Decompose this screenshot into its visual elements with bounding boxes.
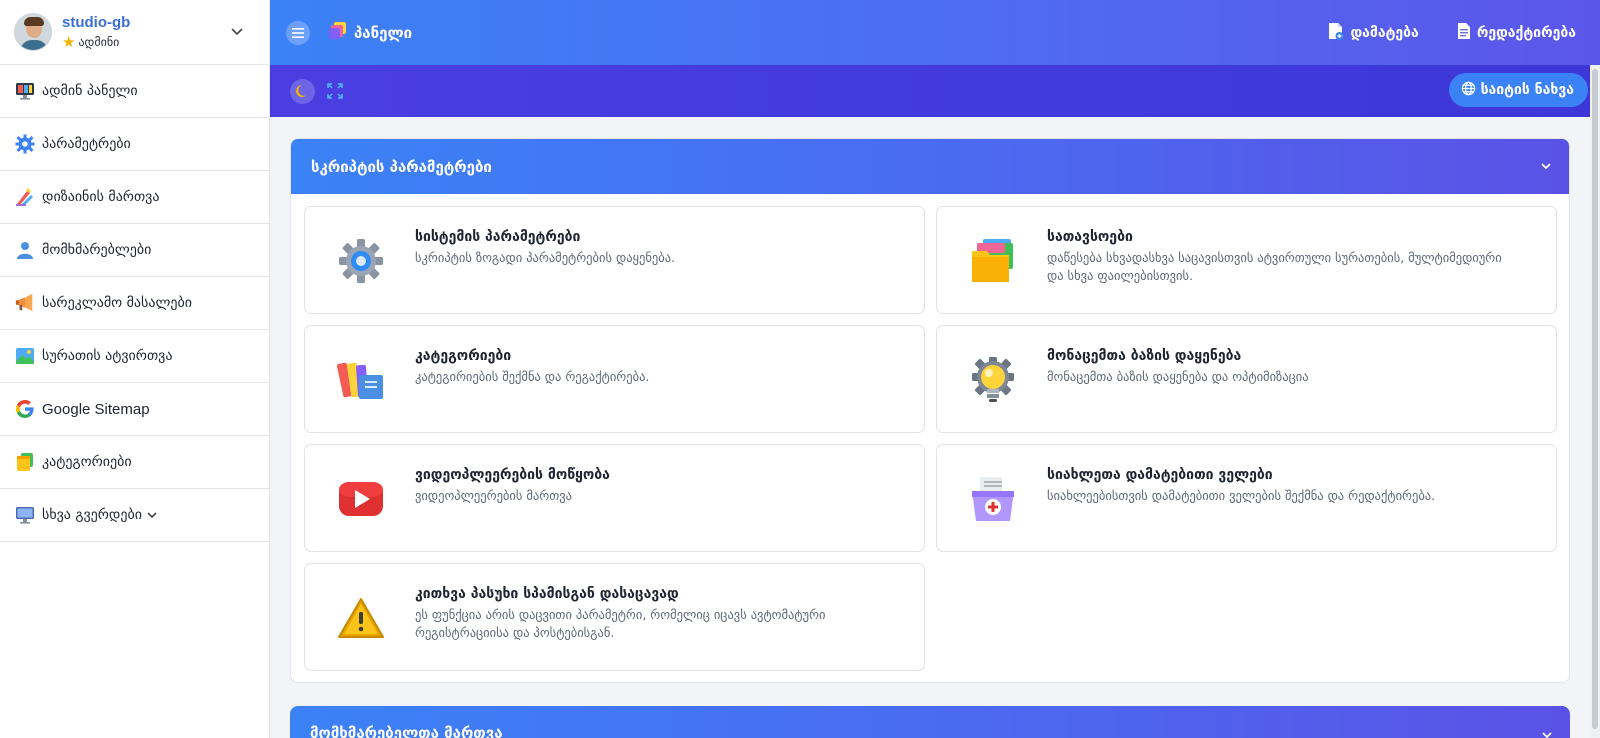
chevron-down-icon [147,511,157,519]
tile-categories[interactable]: კატეგორიები კატეგირიების შექმნა და რეგაქ… [304,325,925,433]
star-icon: ★ [62,32,76,51]
sidebar-item-design[interactable]: დიზაინის მართვა [0,171,269,224]
chevron-down-icon[interactable] [1537,157,1555,175]
sidebar-item-google-sitemap[interactable]: Google Sitemap [0,383,269,436]
topbar: პანელი დამატება რედაქტირება [270,0,1600,65]
tile-description: სკრიპტის ზოგადი პარამეტრების დაყენება. [415,250,676,265]
panel-title[interactable]: პანელი [328,21,412,45]
tile-description: ვიდეოპლეერების მართვა [415,488,572,503]
tile-description: სიახლეებისთვის დამატებითი ველების შექმნა… [1047,488,1436,503]
fullscreen-icon[interactable] [325,81,345,101]
user-name: studio-gb [62,13,131,31]
tile-news-extra-fields[interactable]: სიახლეთა დამატებითი ველები სიახლეებისთვი… [936,444,1557,552]
paint-brush-icon [15,187,35,207]
subbar: საიტის ნახვა [270,65,1600,117]
sidebar-item-label: მომხმარებლები [42,242,152,258]
sidebar-item-users[interactable]: მომხმარებლები [0,224,269,277]
sidebar-item-label: პარამეტრები [42,136,131,152]
sidebar-item-label: Google Sitemap [42,400,150,418]
megaphone-icon [15,293,35,313]
sidebar-item-label: კატეგორიები [42,454,132,470]
document-icon [1457,22,1471,44]
tile-title: ვიდეოპლეერების მოწყობა [415,467,610,483]
section-title: მომხმარებელთა მართვა [310,724,503,738]
tile-title: სათავსოები [1047,229,1133,245]
google-icon [15,399,35,419]
globe-icon [1461,81,1476,100]
script-settings-card: სკრიპტის პარამეტრები სისტემის პარამეტრებ… [290,138,1570,683]
page-scrollbar[interactable] [1590,65,1600,738]
user-icon [15,240,35,260]
desktop-icon [15,505,35,525]
user-management-card[interactable]: მომხმარებელთა მართვა [290,706,1570,738]
tile-database-setup[interactable]: მონაცემთა ბაზის დაყენება მონაცემთა ბაზის… [936,325,1557,433]
folders-icon [969,237,1017,285]
tile-description: მონაცემთა ბაზის დაყენება და ოპტიმიზაცია [1047,369,1309,384]
tile-description: ეს ფუნქცია არის დაცვითი პარამეტრი, რომელ… [415,607,826,640]
bulb-gear-icon [969,356,1017,404]
scrollbar-thumb[interactable] [1592,69,1598,729]
card-header[interactable]: სკრიპტის პარამეტრები [291,139,1569,194]
categories-icon [15,452,35,472]
sidebar-item-label: ადმინ პანელი [42,83,138,99]
sidebar-item-ads[interactable]: სარეკლამო მასალები [0,277,269,330]
tile-storages[interactable]: სათავსოები დაწესება სხვადასხვა საცავისთვ… [936,206,1557,314]
cube-icon [328,21,348,45]
books-icon [337,356,385,404]
gear-icon [15,134,35,154]
play-icon [337,475,385,523]
add-button[interactable]: დამატება [1328,22,1419,44]
tile-video-players[interactable]: ვიდეოპლეერების მოწყობა ვიდეოპლეერების მა… [304,444,925,552]
tile-description: კატეგირიების შექმნა და რეგაქტირება. [415,369,650,384]
chevron-down-icon[interactable] [1538,726,1556,738]
hamburger-icon [292,27,304,38]
warning-icon [337,594,385,642]
medkit-icon [969,475,1017,523]
tile-title: სიახლეთა დამატებითი ველები [1047,467,1273,483]
image-icon [15,346,35,366]
edit-button[interactable]: რედაქტირება [1457,22,1576,44]
sidebar-item-label: სურათის ატვირთვა [42,348,173,364]
view-site-button[interactable]: საიტის ნახვა [1448,73,1588,107]
sidebar-item-settings[interactable]: პარამეტრები [0,118,269,171]
chevron-down-icon[interactable] [227,22,247,42]
gear-icon [337,237,385,285]
tile-anti-spam-question[interactable]: კითხვა პასუხი სპამისგან დასაცავად ეს ფუნ… [304,563,925,671]
tile-system-settings[interactable]: სისტემის პარამეტრები სკრიპტის ზოგადი პარ… [304,206,925,314]
user-block[interactable]: studio-gb ★ ადმინი [0,0,269,65]
user-role: ★ ადმინი [62,32,120,51]
add-file-icon [1328,22,1344,44]
tile-title: კატეგორიები [415,348,512,364]
sidebar-item-label: დიზაინის მართვა [42,189,160,205]
menu-toggle-button[interactable] [286,20,310,45]
moon-icon [295,85,306,97]
sidebar-item-admin-panel[interactable]: ადმინ პანელი [0,65,269,118]
avatar [14,13,52,51]
tile-title: მონაცემთა ბაზის დაყენება [1047,348,1242,364]
tile-title: სისტემის პარამეტრები [415,229,581,245]
tile-title: კითხვა პასუხი სპამისგან დასაცავად [415,586,679,602]
sidebar: studio-gb ★ ადმინი ადმინ პანელი პარამეტრე… [0,0,270,738]
tile-description: დაწესება სხვადასხვა საცავისთვის ატვირთულ… [1047,250,1502,283]
sidebar-item-label: სხვა გვერდები [42,507,142,523]
sidebar-item-other-pages[interactable]: სხვა გვერდები [0,489,269,542]
monitor-icon [15,81,35,101]
dark-mode-toggle[interactable] [290,78,315,104]
section-title: სკრიპტის პარამეტრები [311,157,492,176]
sidebar-item-categories[interactable]: კატეგორიები [0,436,269,489]
sidebar-item-image-upload[interactable]: სურათის ატვირთვა [0,330,269,383]
sidebar-item-label: სარეკლამო მასალები [42,295,192,311]
